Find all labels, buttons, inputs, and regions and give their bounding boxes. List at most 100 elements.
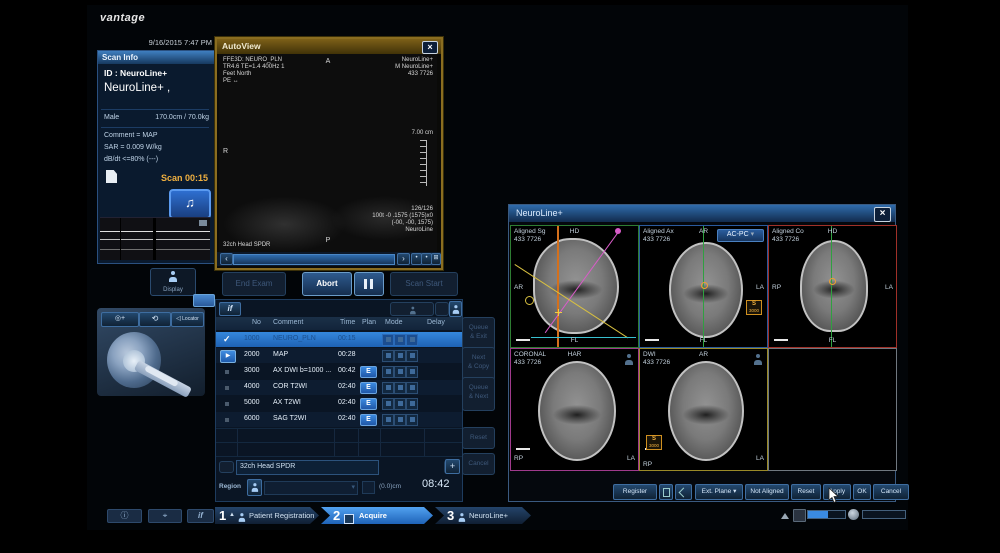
- viewport-aligned-ax[interactable]: Aligned Ax433 7726 AR AC-PC ▾ LA S3000 F…: [639, 225, 768, 348]
- sequence-params: TR4.6 TE=1.4 400Hz 1: [223, 64, 284, 71]
- person-icon: [251, 483, 258, 492]
- small-blue-button[interactable]: [193, 294, 215, 307]
- table-row[interactable]: 6000 SAG T2WI 02:40 E: [216, 412, 462, 427]
- queue-exit-button[interactable]: Queue& Exit: [462, 317, 495, 351]
- table-row[interactable]: 3000 AX DWI b=1000 ... 00:42 E: [216, 364, 462, 379]
- step-neuroline[interactable]: 3 NeuroLine+: [435, 507, 531, 524]
- mode-icon[interactable]: [406, 334, 418, 346]
- if-condition-button[interactable]: if: [219, 302, 241, 316]
- reset-button[interactable]: Reset: [462, 427, 495, 449]
- viewport-aligned-co[interactable]: Aligned Co433 7726 HD RP LA FL: [768, 225, 897, 348]
- mode-icon[interactable]: [406, 350, 418, 362]
- mode-icon[interactable]: [382, 334, 394, 346]
- close-icon[interactable]: ×: [874, 207, 891, 222]
- queue-dim-button[interactable]: [390, 302, 434, 316]
- region-dropdown[interactable]: ▾: [264, 481, 358, 495]
- mode-icon[interactable]: [394, 398, 406, 410]
- cancel-button[interactable]: Cancel: [462, 453, 495, 475]
- scroll-left-button[interactable]: ‹: [220, 253, 233, 265]
- scroll-track[interactable]: [233, 254, 395, 265]
- next-copy-button[interactable]: Next& Copy: [462, 347, 495, 381]
- mode-icon[interactable]: [394, 382, 406, 394]
- display-button[interactable]: Display: [150, 268, 196, 296]
- patient-button[interactable]: [449, 301, 462, 317]
- locator-button[interactable]: ◁ Locator: [171, 312, 204, 327]
- region-patient-button[interactable]: [247, 479, 262, 496]
- media-usage-bar: [862, 510, 906, 519]
- network-status-button[interactable]: ⌖: [148, 509, 182, 523]
- end-exam-button[interactable]: End Exam: [222, 272, 286, 296]
- corner-tool-button[interactable]: [675, 484, 692, 500]
- mode-icon[interactable]: [394, 414, 406, 426]
- neuroline-titlebar[interactable]: NeuroLine+ ×: [509, 205, 895, 222]
- autoview-image[interactable]: FFE3D: NEURO_PLN TR4.6 TE=1.4 400Hz 1 Fe…: [219, 54, 437, 252]
- autoview-window: AutoView × FFE3D: NEURO_PLN TR4.6 TE=1.4…: [215, 37, 443, 270]
- if-tool-button[interactable]: if: [187, 509, 214, 523]
- plan-badge[interactable]: E: [360, 398, 377, 410]
- mode-icon[interactable]: [382, 414, 394, 426]
- col-no: No: [252, 319, 261, 326]
- series-badge[interactable]: S3000: [646, 435, 662, 450]
- comfort-sound-button[interactable]: ♫: [169, 189, 211, 219]
- cancel-button[interactable]: Cancel: [873, 484, 909, 500]
- ext-plane-button[interactable]: Ext. Plane ▾: [695, 484, 743, 500]
- step-patient-registration[interactable]: 1 ▲ Patient Registration: [215, 507, 319, 524]
- plan-badge[interactable]: E: [360, 366, 377, 378]
- row-no: 3000: [244, 367, 260, 374]
- handle-marker[interactable]: [525, 296, 534, 305]
- system-info-button[interactable]: ⓘ: [107, 509, 142, 523]
- mode-icon[interactable]: [406, 398, 418, 410]
- autoview-titlebar[interactable]: AutoView ×: [217, 39, 441, 54]
- register-button[interactable]: Register: [613, 484, 657, 500]
- mode-icon[interactable]: [406, 414, 418, 426]
- mode-icon[interactable]: [382, 398, 394, 410]
- couch-rotate-button[interactable]: ⟲: [139, 312, 171, 327]
- small-dim-button[interactable]: [435, 302, 449, 316]
- scan-start-button[interactable]: Scan Start: [390, 272, 458, 296]
- abort-button[interactable]: Abort: [302, 272, 352, 296]
- acpc-dropdown[interactable]: AC-PC ▾: [717, 229, 764, 242]
- pause-button[interactable]: [354, 272, 384, 296]
- mode-icon[interactable]: [394, 366, 406, 378]
- mode-icon[interactable]: [382, 382, 394, 394]
- mode-icon[interactable]: [382, 350, 394, 362]
- mode-icon[interactable]: [382, 366, 394, 378]
- list-tool-button[interactable]: [659, 484, 673, 500]
- antenna-icon: ⌖: [163, 511, 168, 520]
- gantry-plus-button[interactable]: ◎+: [101, 312, 139, 327]
- table-row[interactable]: ▶ 2000 MAP 00:28: [216, 348, 462, 363]
- scroll-right-button[interactable]: ›: [397, 253, 410, 265]
- add-coil-button[interactable]: +: [445, 459, 460, 474]
- plan-badge[interactable]: E: [360, 382, 377, 394]
- arrow-left-icon: ◁: [176, 316, 181, 322]
- coil-field[interactable]: 32ch Head SPDR: [236, 460, 379, 475]
- offset-checkbox[interactable]: [362, 481, 375, 494]
- series-badge[interactable]: S3000: [746, 300, 762, 315]
- not-aligned-button[interactable]: Not Aligned: [745, 484, 789, 500]
- layout-button[interactable]: ⊞: [431, 253, 441, 265]
- orientation-top: HD: [511, 228, 638, 236]
- reset-button[interactable]: Reset: [791, 484, 821, 500]
- mode-icon[interactable]: [406, 366, 418, 378]
- viewport-empty[interactable]: [768, 348, 897, 471]
- table-row[interactable]: 4000 COR T2WI 02:40 E: [216, 380, 462, 395]
- step-acquire[interactable]: 2 Acquire: [321, 507, 433, 524]
- midline-plane-line[interactable]: [831, 226, 832, 347]
- viewport-aligned-sg[interactable]: Aligned Sg433 7726 HD AR FL: [510, 225, 639, 348]
- queue-next-button[interactable]: Queue& Next: [462, 377, 495, 411]
- mode-icon[interactable]: [406, 382, 418, 394]
- table-row[interactable]: 5000 AX T2WI 02:40 E: [216, 396, 462, 411]
- ok-button[interactable]: OK: [853, 484, 871, 500]
- axial-plane-line[interactable]: [557, 226, 559, 347]
- table-row[interactable]: ✓ 1000 NEURO_PLN 00:15: [216, 332, 462, 347]
- plan-badge[interactable]: E: [360, 414, 377, 426]
- viewport-dwi[interactable]: DWI433 7726 AR S3000 RP LA: [639, 348, 768, 471]
- mode-icon[interactable]: [394, 350, 406, 362]
- tray-expand-icon[interactable]: [781, 513, 789, 519]
- coil-tag-button[interactable]: [219, 461, 234, 473]
- viewport-coronal[interactable]: CORONAL433 7726 HAR RP LA: [510, 348, 639, 471]
- waveform-icon[interactable]: [199, 220, 207, 226]
- document-icon[interactable]: [106, 170, 117, 183]
- mode-icon[interactable]: [394, 334, 406, 346]
- close-icon[interactable]: ×: [422, 41, 438, 54]
